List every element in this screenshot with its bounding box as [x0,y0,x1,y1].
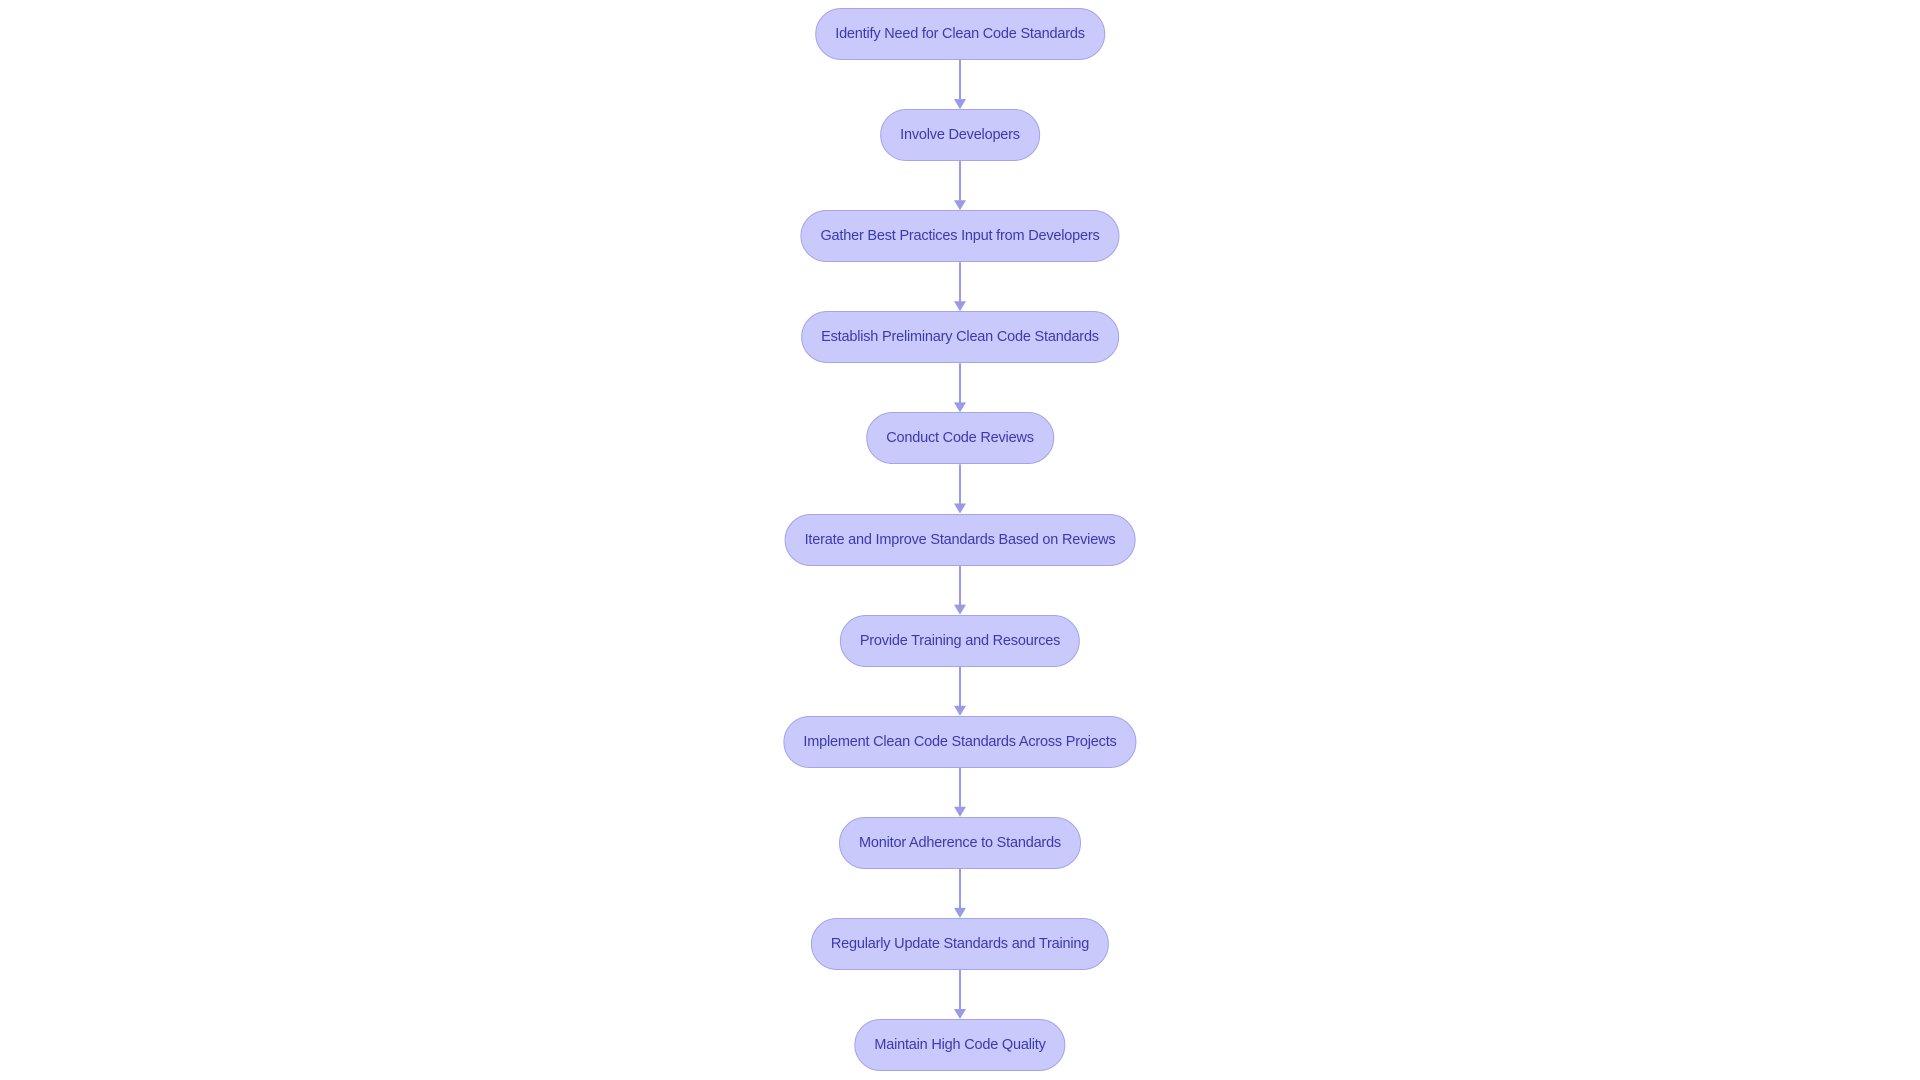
edge-arrow [954,666,966,716]
flow-node: Gather Best Practices Input from Develop… [800,210,1120,263]
flow-node: Provide Training and Resources [839,614,1081,667]
edge-arrow [954,969,966,1019]
flow-node: Maintain High Code Quality [854,1019,1066,1071]
flow-node: Iterate and Improve Standards Based on R… [784,513,1136,566]
flow-node: Implement Clean Code Standards Across Pr… [783,715,1137,768]
edge-arrow [954,262,966,312]
flow-node: Involve Developers [880,109,1040,162]
edge-arrow [954,868,966,918]
edge-arrow [954,60,966,110]
edge-arrow [954,767,966,817]
flow-node: Monitor Adherence to Standards [839,816,1081,869]
edge-arrow [954,464,966,514]
flow-node: Identify Need for Clean Code Standards [815,8,1105,60]
flow-node: Regularly Update Standards and Training [810,917,1110,970]
flow-node: Conduct Code Reviews [866,412,1054,465]
edge-arrow [954,565,966,615]
edge-arrow [954,161,966,211]
edge-arrow [954,363,966,413]
flow-node: Establish Preliminary Clean Code Standar… [801,311,1119,364]
flowchart: Identify Need for Clean Code Standards In… [0,0,1920,1080]
